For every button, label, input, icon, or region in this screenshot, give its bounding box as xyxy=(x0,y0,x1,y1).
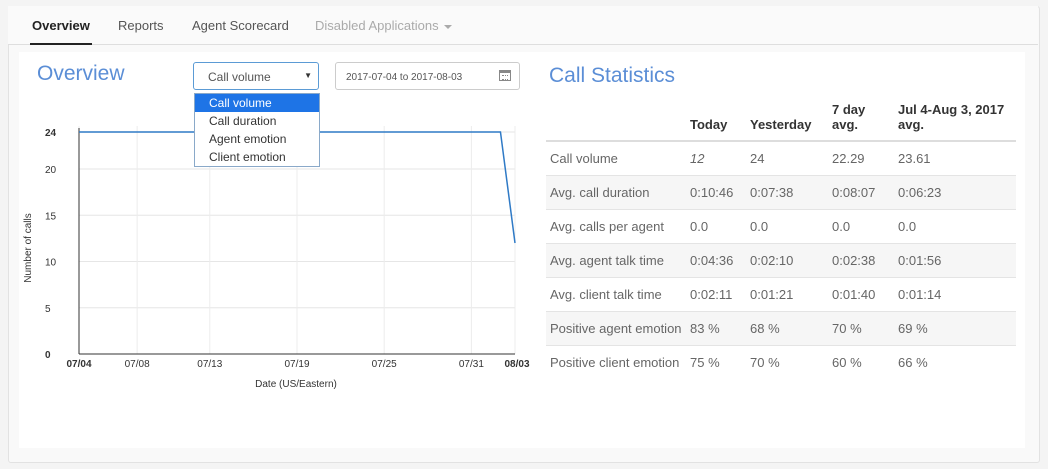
option-client-emotion[interactable]: Client emotion xyxy=(195,148,319,166)
x-tick-label: 07/08 xyxy=(125,359,150,370)
cell-today: 0.0 xyxy=(686,209,746,244)
call-statistics-table: Today Yesterday 7 day avg. Jul 4-Aug 3, … xyxy=(546,102,1016,379)
table-row: Call volume 12 24 22.29 23.61 xyxy=(546,140,1016,176)
table-row: Positive agent emotion 83 % 68 % 70 % 69… xyxy=(546,311,1016,346)
header-7-day-avg: 7 day avg. xyxy=(828,102,894,142)
y-tick-label: 20 xyxy=(45,165,57,176)
option-call-volume[interactable]: Call volume xyxy=(195,94,319,112)
cell-7-day-avg: 22.29 xyxy=(828,140,894,176)
cell-today: 0:02:11 xyxy=(686,277,746,312)
option-call-duration[interactable]: Call duration xyxy=(195,112,319,130)
date-range-value: 2017-07-04 to 2017-08-03 xyxy=(346,72,463,83)
cell-today: 75 % xyxy=(686,345,746,379)
call-volume-chart: 0 5 10 15 20 24 07/04 07/08 07/13 07/19 07/25 07/31… xyxy=(23,126,530,390)
cell-period-avg: 0:01:14 xyxy=(894,277,1016,312)
table-row: Positive client emotion 75 % 70 % 60 % 6… xyxy=(546,345,1016,379)
call-statistics-heading: Call Statistics xyxy=(549,64,676,87)
table-header-row: Today Yesterday 7 day avg. Jul 4-Aug 3, … xyxy=(546,102,1016,142)
row-label: Positive client emotion xyxy=(546,345,686,379)
x-tick-label: 08/03 xyxy=(504,359,529,370)
metric-select[interactable]: Call volume ▼ xyxy=(193,62,319,90)
cell-yesterday: 70 % xyxy=(746,345,828,379)
cell-yesterday: 0:02:10 xyxy=(746,243,828,278)
header-metric xyxy=(546,102,686,142)
metric-dropdown-list: Call volume Call duration Agent emotion … xyxy=(194,93,320,167)
cell-yesterday: 0.0 xyxy=(746,209,828,244)
calendar-icon[interactable] xyxy=(499,70,511,81)
cell-yesterday: 68 % xyxy=(746,311,828,346)
option-agent-emotion[interactable]: Agent emotion xyxy=(195,130,319,148)
row-label: Positive agent emotion xyxy=(546,311,686,346)
cell-period-avg: 69 % xyxy=(894,311,1016,346)
cell-period-avg: 66 % xyxy=(894,345,1016,379)
header-yesterday: Yesterday xyxy=(746,102,828,142)
cell-7-day-avg: 0:01:40 xyxy=(828,277,894,312)
metric-select-value: Call volume xyxy=(208,70,271,84)
table-row: Avg. calls per agent 0.0 0.0 0.0 0.0 xyxy=(546,209,1016,244)
row-label: Avg. client talk time xyxy=(546,277,686,312)
table-row: Avg. call duration 0:10:46 0:07:38 0:08:… xyxy=(546,175,1016,210)
y-tick-label: 5 xyxy=(45,304,51,315)
cell-today: 0:10:46 xyxy=(686,175,746,210)
y-axis-label: Number of calls xyxy=(23,213,34,282)
header-today: Today xyxy=(686,102,746,142)
row-label: Avg. call duration xyxy=(546,175,686,210)
y-tick-label: 24 xyxy=(45,128,57,139)
cell-today: 12 xyxy=(686,140,746,176)
cell-period-avg: 0:01:56 xyxy=(894,243,1016,278)
table-row: Avg. client talk time 0:02:11 0:01:21 0:… xyxy=(546,277,1016,312)
cell-7-day-avg: 0:08:07 xyxy=(828,175,894,210)
x-axis-label: Date (US/Eastern) xyxy=(255,379,337,390)
row-label: Call volume xyxy=(546,140,686,176)
y-tick-label: 15 xyxy=(45,211,57,222)
cell-yesterday: 24 xyxy=(746,140,828,176)
cell-period-avg: 0.0 xyxy=(894,209,1016,244)
cell-period-avg: 23.61 xyxy=(894,140,1016,176)
cell-yesterday: 0:01:21 xyxy=(746,277,828,312)
x-tick-label: 07/31 xyxy=(459,359,484,370)
cell-today: 0:04:36 xyxy=(686,243,746,278)
y-tick-label: 10 xyxy=(45,258,57,269)
cell-7-day-avg: 70 % xyxy=(828,311,894,346)
x-tick-label: 07/19 xyxy=(284,359,309,370)
x-tick-label: 07/25 xyxy=(372,359,397,370)
dropdown-arrow-icon: ▼ xyxy=(304,71,312,80)
cell-yesterday: 0:07:38 xyxy=(746,175,828,210)
row-label: Avg. calls per agent xyxy=(546,209,686,244)
cell-today: 83 % xyxy=(686,311,746,346)
x-tick-label: 07/04 xyxy=(66,359,91,370)
date-range-input[interactable]: 2017-07-04 to 2017-08-03 xyxy=(335,62,520,90)
header-period-avg: Jul 4-Aug 3, 2017 avg. xyxy=(894,102,1016,142)
x-tick-label: 07/13 xyxy=(197,359,222,370)
cell-7-day-avg: 60 % xyxy=(828,345,894,379)
y-tick-label: 0 xyxy=(45,350,51,361)
table-row: Avg. agent talk time 0:04:36 0:02:10 0:0… xyxy=(546,243,1016,278)
cell-period-avg: 0:06:23 xyxy=(894,175,1016,210)
cell-7-day-avg: 0.0 xyxy=(828,209,894,244)
cell-7-day-avg: 0:02:38 xyxy=(828,243,894,278)
row-label: Avg. agent talk time xyxy=(546,243,686,278)
